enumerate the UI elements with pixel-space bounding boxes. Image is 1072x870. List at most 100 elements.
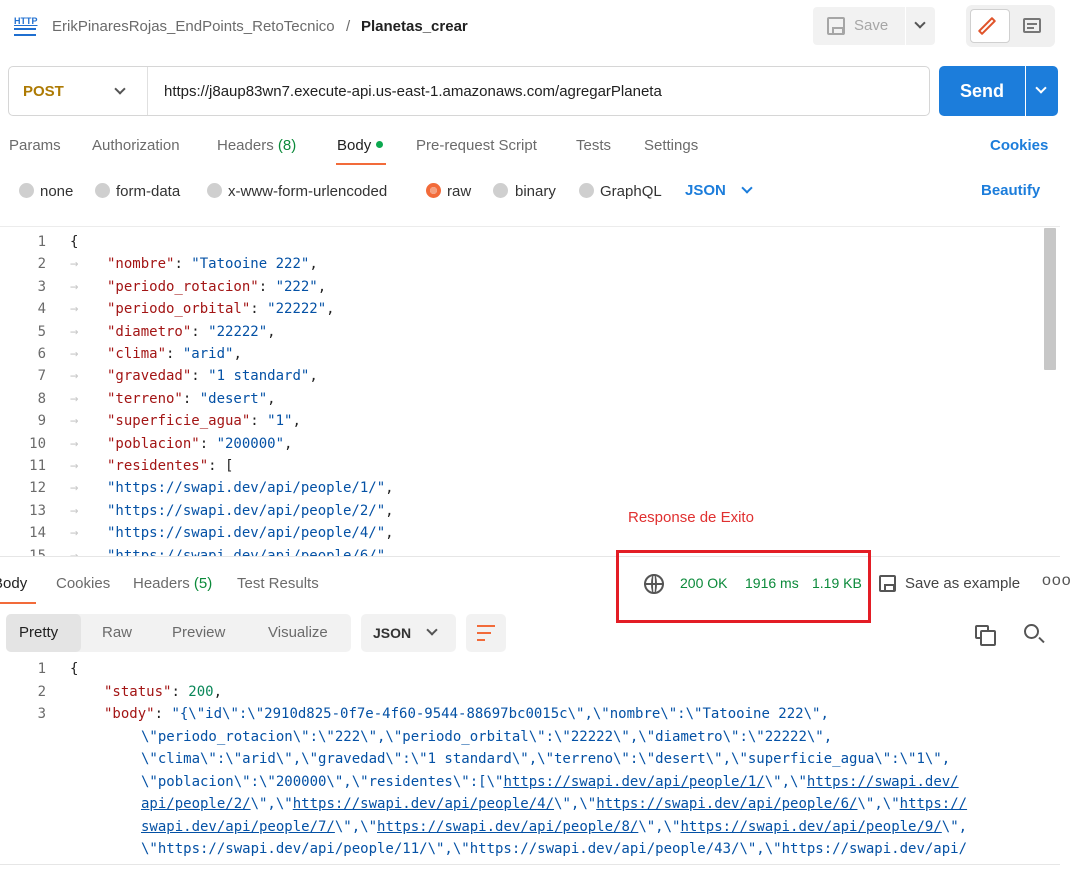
view-preview[interactable]: Preview xyxy=(172,624,225,641)
code-text: swapi.dev/api/people/7/\",\"https://swap… xyxy=(141,816,967,838)
breadcrumb-collection[interactable]: ErikPinaresRojas_EndPoints_RetoTecnico xyxy=(52,18,335,35)
highlight-box xyxy=(616,550,871,623)
send-button[interactable]: Send xyxy=(939,66,1025,116)
pane-divider[interactable] xyxy=(0,556,1060,557)
code-line: 2 → "nombre": "Tatooine 222", xyxy=(0,253,1040,275)
indent-marker: → xyxy=(70,323,79,340)
editor-scrollbar[interactable] xyxy=(1044,228,1056,370)
code-text: "https://swapi.dev/api/people/2/", xyxy=(107,500,394,522)
search-icon[interactable] xyxy=(1024,624,1039,639)
json-colon: : xyxy=(191,323,209,340)
method-select[interactable]: POST xyxy=(23,83,64,100)
code-text: "periodo_orbital": "22222", xyxy=(107,298,335,320)
line-number: 4 xyxy=(37,301,46,318)
tab-headers[interactable]: Headers (8) xyxy=(217,137,296,154)
tab-prerequest-script[interactable]: Pre-request Script xyxy=(416,137,537,154)
chevron-down-icon[interactable] xyxy=(114,83,126,95)
send-options-dropdown[interactable] xyxy=(1026,66,1058,116)
radio-form-data-label[interactable]: form-data xyxy=(116,183,180,200)
resident-link[interactable]: https://swapi.dev/api/people/4/ xyxy=(293,796,554,812)
indent-marker: → xyxy=(70,502,79,519)
edit-mode-button[interactable] xyxy=(970,9,1010,43)
radio-binary[interactable] xyxy=(493,183,508,198)
view-visualize[interactable]: Visualize xyxy=(268,624,328,641)
response-tab-headers[interactable]: Headers (5) xyxy=(133,575,212,592)
json-punct: , xyxy=(309,368,318,385)
code-text: "poblacion": "200000", xyxy=(107,433,292,455)
radio-graphql[interactable] xyxy=(579,183,594,198)
response-tab-body[interactable]: Body xyxy=(0,575,27,592)
cookies-link[interactable]: Cookies xyxy=(990,137,1048,154)
indent-marker: → xyxy=(70,480,79,497)
tab-tests[interactable]: Tests xyxy=(576,137,611,154)
response-tab-test-results[interactable]: Test Results xyxy=(237,575,319,592)
save-button[interactable]: Save xyxy=(813,7,905,45)
radio-none-label[interactable]: none xyxy=(40,183,73,200)
response-tab-cookies[interactable]: Cookies xyxy=(56,575,110,592)
json-key: "clima" xyxy=(107,346,167,362)
resident-link[interactable]: https://swapi.dev/api/people/8/ xyxy=(377,819,638,835)
radio-none[interactable] xyxy=(19,183,34,198)
radio-graphql-label[interactable]: GraphQL xyxy=(600,183,662,200)
json-punct: , xyxy=(385,480,394,497)
comments-button[interactable] xyxy=(1014,9,1050,43)
body-format-select[interactable]: JSON xyxy=(685,182,726,199)
indent-marker: → xyxy=(70,368,79,385)
line-number: 1 xyxy=(37,234,46,250)
radio-binary-label[interactable]: binary xyxy=(515,183,556,200)
code-line: 15 → "https://swapi.dev/api/people/6/", xyxy=(0,545,1040,556)
json-value: \",\" xyxy=(554,796,597,812)
resident-link[interactable]: swapi.dev/api/people/7/ xyxy=(141,819,335,835)
line-number: 8 xyxy=(37,390,46,407)
resident-link[interactable]: api/people/2/ xyxy=(141,796,251,812)
view-raw[interactable]: Raw xyxy=(102,624,132,641)
wrap-lines-button[interactable] xyxy=(466,614,506,652)
resident-link[interactable]: https://swapi.dev/api/people/1/ xyxy=(503,774,764,790)
more-options-icon[interactable]: ooo xyxy=(1042,572,1072,590)
tab-authorization[interactable]: Authorization xyxy=(92,137,180,154)
resident-link[interactable]: https://swapi.dev/ xyxy=(807,774,959,790)
code-line: 7 → "gravedad": "1 standard", xyxy=(0,365,1040,387)
code-text: "body": "{\"id\":\"2910d825-0f7e-4f60-95… xyxy=(104,703,829,725)
indent-marker: → xyxy=(70,458,79,474)
beautify-button[interactable]: Beautify xyxy=(981,182,1040,199)
tab-params[interactable]: Params xyxy=(9,137,61,154)
response-body-viewer[interactable]: 1{2 "status": 200, 3 "body": "{\"id\":\"291… xyxy=(0,658,1060,856)
radio-form-data[interactable] xyxy=(95,183,110,198)
resident-link[interactable]: https://swapi.dev/api/people/6/ xyxy=(596,796,857,812)
json-value: \",\" xyxy=(334,818,378,835)
json-colon: : xyxy=(154,706,172,722)
radio-raw-label[interactable]: raw xyxy=(447,183,471,200)
chevron-down-icon xyxy=(426,624,438,636)
json-colon: : xyxy=(250,301,268,318)
code-text: \"periodo_rotacion\":\"222\",\"periodo_o… xyxy=(141,726,832,748)
code-line: 9 → "superficie_agua": "1", xyxy=(0,410,1040,432)
http-badge-text: HTTP xyxy=(14,16,38,26)
radio-urlencoded-label[interactable]: x-www-form-urlencoded xyxy=(228,183,387,200)
tab-body[interactable]: Body xyxy=(337,137,384,154)
breadcrumb-request-name[interactable]: Planetas_crear xyxy=(361,18,468,35)
json-punct: , xyxy=(267,323,276,340)
code-text: \"poblacion\":\"200000\",\"residentes\":… xyxy=(141,771,959,793)
copy-icon[interactable] xyxy=(975,625,996,646)
radio-urlencoded[interactable] xyxy=(207,183,222,198)
json-colon: : xyxy=(174,256,192,273)
save-options-dropdown[interactable] xyxy=(906,7,935,45)
response-format-select[interactable]: JSON xyxy=(361,614,456,652)
url-input[interactable]: https://j8aup83wn7.execute-api.us-east-1… xyxy=(164,83,662,100)
resident-link[interactable]: https:// xyxy=(900,796,967,812)
view-pretty[interactable]: Pretty xyxy=(19,624,58,641)
tab-settings[interactable]: Settings xyxy=(644,137,698,154)
code-text: "nombre": "Tatooine 222", xyxy=(107,253,318,275)
json-value: "arid" xyxy=(182,346,234,362)
json-value: \",\" xyxy=(638,818,681,835)
chevron-down-icon[interactable] xyxy=(741,182,753,194)
indent-marker: → xyxy=(70,390,79,407)
radio-raw[interactable] xyxy=(426,183,441,198)
code-text: "gravedad": "1 standard", xyxy=(107,365,318,387)
save-label: Save xyxy=(854,17,889,34)
save-as-example-button[interactable]: Save as example xyxy=(905,575,1020,592)
resident-link[interactable]: https://swapi.dev/api/people/9/ xyxy=(680,819,941,835)
code-text: \"https://swapi.dev/api/people/11/\",\"h… xyxy=(141,838,967,856)
request-body-editor[interactable]: 1{2 → "nombre": "Tatooine 222", 3 → "periodo_… xyxy=(0,226,1060,556)
